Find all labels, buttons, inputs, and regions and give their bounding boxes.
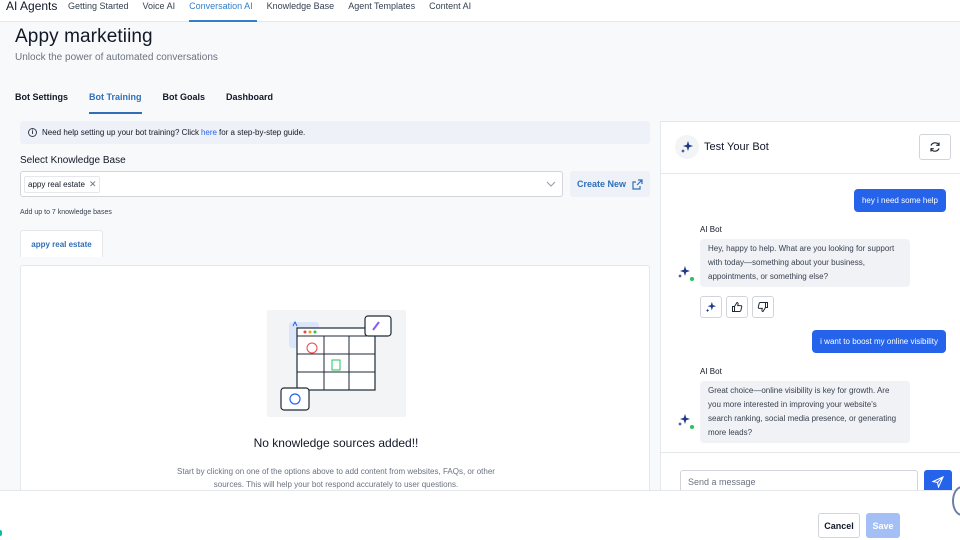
bot-avatar <box>675 135 699 159</box>
help-text: Need help setting up your bot training? … <box>42 128 199 137</box>
tab-bot-settings[interactable]: Bot Settings <box>15 92 68 114</box>
tab-bot-goals[interactable]: Bot Goals <box>163 92 206 114</box>
thumbs-up-button[interactable] <box>726 296 748 318</box>
sparkle-icon <box>705 301 717 313</box>
chat-header: Test Your Bot <box>661 122 960 174</box>
bot-subtabs: Bot Settings Bot Training Bot Goals Dash… <box>15 92 294 114</box>
refresh-icon <box>930 142 940 152</box>
create-new-button[interactable]: Create New <box>570 171 650 197</box>
remove-chip-icon[interactable]: ✕ <box>89 179 97 190</box>
nav-tab-conversation-ai[interactable]: Conversation AI <box>189 0 257 22</box>
bot-message: Hey, happy to help. What are you looking… <box>700 239 910 287</box>
online-indicator <box>689 276 695 282</box>
refresh-button[interactable] <box>919 134 951 160</box>
kb-select-label: Select Knowledge Base <box>20 155 126 166</box>
kb-sources-panel: No knowledge sources added!! Start by cl… <box>20 265 650 495</box>
chevron-down-icon[interactable] <box>546 180 556 188</box>
top-nav: AI Agents Getting Started Voice AI Conve… <box>0 0 960 22</box>
info-icon: i <box>28 128 37 137</box>
online-indicator <box>689 424 695 430</box>
thumbs-down-button[interactable] <box>752 296 774 318</box>
nav-tab-getting-started[interactable]: Getting Started <box>68 0 129 22</box>
page-subtitle: Unlock the power of automated conversati… <box>15 52 218 63</box>
bot-message-avatar <box>677 265 695 282</box>
bot-name: AI Bot <box>700 367 722 376</box>
brand-title: AI Agents <box>6 0 58 13</box>
help-banner: i Need help setting up your bot training… <box>20 121 650 144</box>
nav-tab-voice-ai[interactable]: Voice AI <box>143 0 176 22</box>
tab-dashboard[interactable]: Dashboard <box>226 92 273 114</box>
empty-state-description: Start by clicking on one of the options … <box>177 467 495 489</box>
bot-name: AI Bot <box>700 225 722 234</box>
cancel-button[interactable]: Cancel <box>818 513 860 538</box>
kb-chip-label: appy real estate <box>28 179 85 189</box>
help-link[interactable]: here <box>201 128 217 137</box>
sparkle-icon <box>681 141 693 153</box>
page-title: Appy marketiing <box>15 26 153 47</box>
test-bot-panel: Test Your Bot hey i need some help AI Bo… <box>660 121 960 495</box>
kb-chip: appy real estate ✕ <box>24 175 101 193</box>
sparkle-feedback-button[interactable] <box>700 296 722 318</box>
empty-state-illustration <box>267 310 406 417</box>
user-message: i want to boost my online visibility <box>812 330 946 353</box>
tab-bot-training[interactable]: Bot Training <box>89 92 142 114</box>
help-text-after: for a step-by-step guide. <box>219 128 306 137</box>
send-icon <box>932 476 944 488</box>
kb-hint: Add up to 7 knowledge bases <box>20 209 112 216</box>
kb-select[interactable]: appy real estate ✕ <box>20 171 563 197</box>
nav-tab-content-ai[interactable]: Content AI <box>429 0 471 22</box>
external-link-icon <box>632 178 643 190</box>
user-message: hey i need some help <box>853 189 946 212</box>
bot-message: Great choice—online visibility is key fo… <box>700 381 910 443</box>
save-button[interactable]: Save <box>866 513 900 538</box>
thumbs-up-icon <box>732 301 743 312</box>
footer-bar: Cancel Save <box>0 490 960 540</box>
nav-tab-agent-templates[interactable]: Agent Templates <box>348 0 415 22</box>
create-new-label: Create New <box>576 179 627 189</box>
chat-title: Test Your Bot <box>704 141 769 153</box>
nav-tab-knowledge-base[interactable]: Knowledge Base <box>267 0 335 22</box>
bot-message-avatar <box>677 413 695 430</box>
empty-knowledge-illustration <box>280 315 392 411</box>
kb-tab-appy-real-estate[interactable]: appy real estate <box>20 230 103 257</box>
empty-state-title: No knowledge sources added!! <box>253 436 419 450</box>
thumbs-down-icon <box>757 302 768 313</box>
